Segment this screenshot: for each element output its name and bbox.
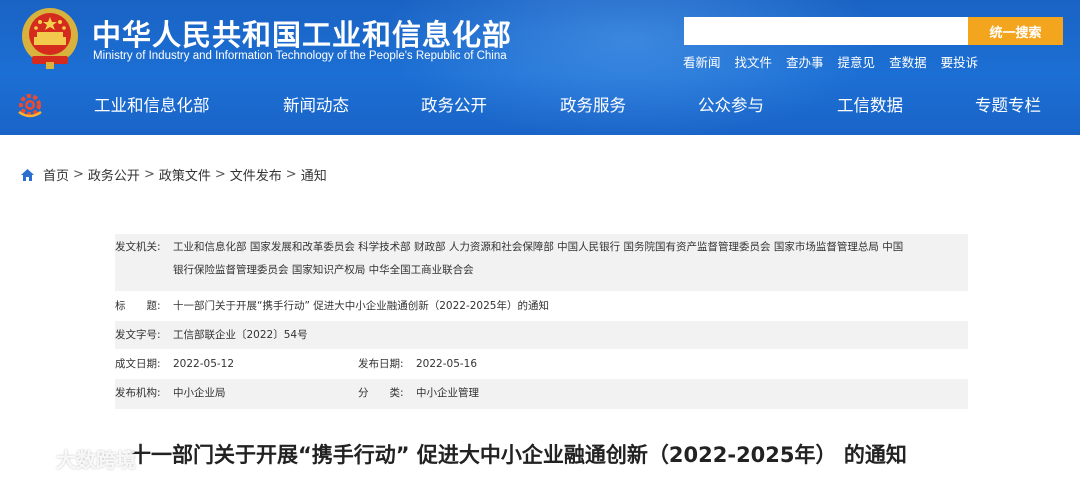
breadcrumb-notice[interactable]: 通知 [301,165,327,184]
nav-item-open-government[interactable]: 政务公开 [421,92,487,116]
published-date-cell: 发布日期: 2022-05-16 [358,353,601,376]
nav-item-participation[interactable]: 公众参与 [698,92,764,116]
category-value: 中小企业管理 [416,387,479,399]
issuer-value: 工业和信息化部 国家发展和改革委员会 科学技术部 财政部 人力资源和社会保障部 … [173,236,968,282]
breadcrumb-separator: > [214,167,226,182]
quick-link-services[interactable]: 查办事 [786,52,824,71]
nav-item-services[interactable]: 政务服务 [560,92,626,116]
created-date-label: 成文日期: [115,358,161,370]
issuer-label: 发文机关: [115,241,161,253]
issuer-line-2: 银行保险监督管理委员会 国家知识产权局 中华全国工商业联合会 [173,264,474,276]
info-row-title: 标 题: 十一部门关于开展“携手行动” 促进大中小企业融通创新（2022-202… [115,291,968,321]
main-nav: 工业和信息化部 新闻动态 政务公开 政务服务 公众参与 工信数据 专题专栏 [0,82,1080,126]
title-value: 十一部门关于开展“携手行动” 促进大中小企业融通创新（2022-2025年）的通… [173,300,549,312]
search-button[interactable]: 统一搜索 [968,17,1063,45]
info-row-org: 发布机构: 中小企业局 分 类: 中小企业管理 [115,379,968,409]
document-title: 十一部门关于开展“携手行动” 促进大中小企业融通创新（2022-2025年） 的… [130,443,907,467]
nav-item-topics[interactable]: 专题专栏 [975,92,1041,116]
quick-link-news[interactable]: 看新闻 [683,52,721,71]
national-emblem-icon [22,8,78,69]
created-date-value: 2022-05-12 [173,358,235,370]
breadcrumb-policy-documents[interactable]: 政策文件 [159,165,211,184]
site-title: 中华人民共和国工业和信息化部 [92,18,513,52]
watermark: 大数跨境 [8,444,136,473]
breadcrumb-home[interactable]: 首页 [43,165,69,184]
category-cell: 分 类: 中小企业管理 [358,382,601,405]
title-label: 标 题: [115,300,161,312]
quick-links: 看新闻 找文件 查办事 提意见 查数据 要投诉 [683,52,978,71]
breadcrumb-document-release[interactable]: 文件发布 [230,165,282,184]
org-cell: 发布机构: 中小企业局 [115,382,358,405]
info-row-issuer: 发文机关: 工业和信息化部 国家发展和改革委员会 科学技术部 财政部 人力资源和… [115,234,968,291]
quick-link-feedback[interactable]: 提意见 [838,52,876,71]
breadcrumb-separator: > [143,167,155,182]
org-value: 中小企业局 [173,387,226,399]
site-subtitle: Ministry of Industry and Information Tec… [93,50,507,62]
home-icon [21,168,34,181]
category-label: 分 类: [358,387,404,399]
issuer-line-1: 工业和信息化部 国家发展和改革委员会 科学技术部 财政部 人力资源和社会保障部 … [173,241,904,253]
published-date-label: 发布日期: [358,358,404,370]
docno-value: 工信部联企业〔2022〕54号 [173,329,308,341]
search-input[interactable] [684,17,968,45]
info-row-docno: 发文字号: 工信部联企业〔2022〕54号 [115,321,968,349]
watermark-text: 大数跨境 [56,448,136,472]
created-date-cell: 成文日期: 2022-05-12 [115,353,358,376]
info-row-dates: 成文日期: 2022-05-12 发布日期: 2022-05-16 [115,349,968,379]
breadcrumb-open-government[interactable]: 政务公开 [88,165,140,184]
breadcrumb-separator: > [285,167,297,182]
docno-label: 发文字号: [115,329,161,341]
published-date-value: 2022-05-16 [416,358,478,370]
quick-link-complaint[interactable]: 要投诉 [941,52,979,71]
breadcrumb-separator: > [73,167,84,182]
quick-link-data[interactable]: 查数据 [889,52,927,71]
nav-item-ministry[interactable]: 工业和信息化部 [94,92,210,116]
gear-logo-icon[interactable] [16,92,44,118]
nav-item-data[interactable]: 工信数据 [837,92,903,116]
org-label: 发布机构: [115,387,161,399]
nav-item-news[interactable]: 新闻动态 [283,92,349,116]
quick-link-files[interactable]: 找文件 [735,52,773,71]
watermark-logo-icon [10,448,50,470]
document-info-table: 发文机关: 工业和信息化部 国家发展和改革委员会 科学技术部 财政部 人力资源和… [115,234,968,409]
site-header: 中华人民共和国工业和信息化部 Ministry of Industry and … [0,0,1080,135]
breadcrumb: 首页 > 政务公开 > 政策文件 > 文件发布 > 通知 [20,165,327,184]
